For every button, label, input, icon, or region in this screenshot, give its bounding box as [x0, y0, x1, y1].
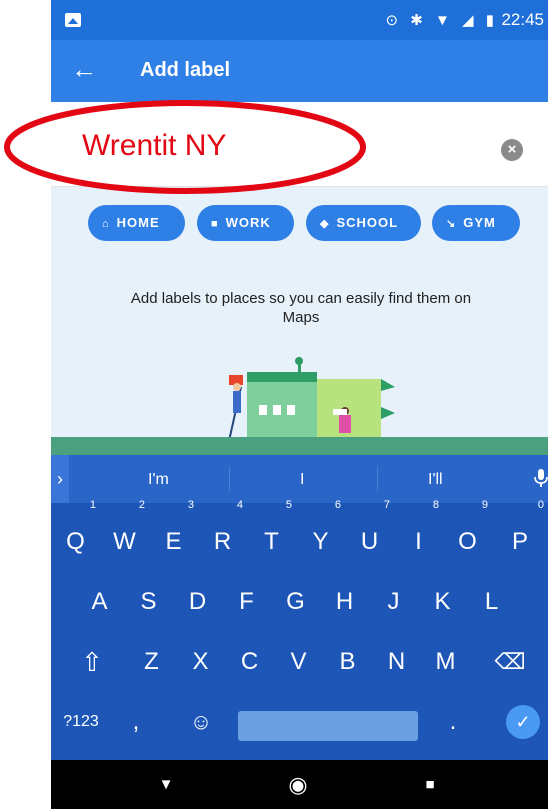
ground-strip [51, 437, 548, 455]
label-input-row: Wrentit NY × [51, 102, 548, 187]
key-o[interactable]: O9 [443, 499, 492, 573]
nav-home-icon[interactable]: ◉ [283, 760, 313, 809]
key-w[interactable]: W2 [100, 499, 149, 573]
key-i[interactable]: I8 [394, 499, 443, 573]
key-x[interactable]: X [176, 631, 225, 693]
key-r[interactable]: R4 [198, 499, 247, 573]
shift-key-icon[interactable]: ⇧ [67, 631, 117, 693]
chip-school-label: SCHOOL [336, 215, 399, 230]
emoji-key-icon[interactable]: ☺ [181, 691, 221, 753]
key-c[interactable]: C [225, 631, 274, 693]
chip-school[interactable]: ◆ SCHOOL [306, 205, 421, 241]
backspace-key-icon[interactable]: ⌫ [485, 631, 535, 693]
key-d[interactable]: D [173, 571, 222, 633]
key-u-label: U [360, 528, 379, 555]
home-icon: ⌂ [102, 218, 110, 230]
illustration-image [228, 357, 395, 442]
system-nav-bar: ▼ ◉ ■ [51, 760, 548, 809]
key-n[interactable]: N [372, 631, 421, 693]
school-icon: ◆ [320, 218, 330, 230]
key-r-hint: 4 [236, 499, 243, 511]
key-w-label: W [113, 528, 136, 555]
keyboard-row-3: ⇧ Z X C V B N M ⌫ [51, 631, 548, 693]
key-a[interactable]: A [75, 571, 124, 633]
key-i-hint: 8 [432, 499, 439, 511]
key-l[interactable]: L [467, 571, 516, 633]
comma-key[interactable]: , [121, 691, 151, 753]
label-input[interactable]: Wrentit NY [82, 129, 226, 163]
keyboard-row-2: A S D F G H J K L [51, 571, 548, 633]
chip-gym-label: GYM [463, 215, 496, 230]
key-o-hint: 9 [481, 499, 488, 511]
key-m[interactable]: M [421, 631, 470, 693]
key-e-hint: 3 [187, 499, 194, 511]
key-t[interactable]: T5 [247, 499, 296, 573]
key-q[interactable]: Q1 [51, 499, 100, 573]
key-r-label: R [213, 528, 232, 555]
key-q-hint: 1 [89, 499, 96, 511]
app-bar: ← Add label [51, 40, 548, 102]
status-icons: ⊙ ✱ ▼ ◢ ▮ [385, 12, 498, 29]
soft-keyboard: › I'm I I'll Q1 W2 E3 R4 T5 Y6 U7 I8 O9 … [51, 455, 548, 760]
checkmark-icon: ✓ [515, 712, 531, 732]
key-f[interactable]: F [222, 571, 271, 633]
key-h[interactable]: H [320, 571, 369, 633]
period-key[interactable]: . [438, 691, 468, 753]
key-u-hint: 7 [383, 499, 390, 511]
briefcase-icon: ■ [211, 218, 219, 230]
key-e[interactable]: E3 [149, 499, 198, 573]
key-e-label: E [165, 528, 182, 555]
suggestion-divider [229, 467, 230, 491]
key-s[interactable]: S [124, 571, 173, 633]
key-o-label: O [458, 528, 477, 555]
space-key[interactable] [238, 711, 418, 741]
key-p-label: P [511, 528, 528, 555]
suggestion-divider [377, 467, 378, 491]
status-bar: ⊙ ✱ ▼ ◢ ▮ 22:45 [51, 0, 548, 40]
key-p[interactable]: P0 [492, 499, 548, 573]
suggestion-1[interactable]: I'm [148, 471, 169, 489]
label-suggestions-panel: ⌂ HOME ■ WORK ◆ SCHOOL ↘ GYM Add labels to p… [51, 187, 548, 455]
key-t-label: T [264, 528, 279, 555]
hint-text: Add labels to places so you can easily f… [130, 290, 472, 326]
gym-icon: ↘ [446, 218, 457, 230]
key-z[interactable]: Z [127, 631, 176, 693]
key-t-hint: 5 [285, 499, 292, 511]
suggestion-3[interactable]: I'll [428, 471, 443, 489]
keyboard-row-4: ?123 , ☺ . ✓ [51, 691, 548, 753]
key-y[interactable]: Y6 [296, 499, 345, 573]
key-y-hint: 6 [334, 499, 341, 511]
key-q-label: Q [66, 528, 85, 555]
suggestion-2[interactable]: I [300, 471, 304, 489]
symbols-key[interactable]: ?123 [51, 691, 111, 753]
key-u[interactable]: U7 [345, 499, 394, 573]
key-j[interactable]: J [369, 571, 418, 633]
back-arrow-icon[interactable]: ← [71, 54, 97, 84]
enter-key[interactable]: ✓ [506, 705, 540, 739]
phone-screen: ⊙ ✱ ▼ ◢ ▮ 22:45 ← Add label Wrentit NY ×… [51, 0, 548, 809]
nav-back-icon[interactable]: ▼ [151, 760, 181, 809]
key-k[interactable]: K [418, 571, 467, 633]
page-title: Add label [140, 59, 231, 81]
clear-icon[interactable]: × [501, 139, 523, 161]
keyboard-row-1: Q1 W2 E3 R4 T5 Y6 U7 I8 O9 P0 [51, 499, 548, 573]
nav-recents-icon[interactable]: ■ [415, 760, 445, 809]
key-w-hint: 2 [138, 499, 145, 511]
chip-home[interactable]: ⌂ HOME [88, 205, 185, 241]
chip-work[interactable]: ■ WORK [197, 205, 294, 241]
expand-suggestions-icon[interactable]: › [51, 455, 69, 503]
chip-home-label: HOME [116, 215, 160, 230]
suggestion-strip: › I'm I I'll [51, 455, 548, 503]
key-i-label: I [415, 528, 422, 555]
status-time: 22:45 [501, 10, 544, 29]
key-p-hint: 0 [537, 499, 544, 511]
gallery-notification-icon [65, 13, 81, 27]
microphone-icon[interactable] [534, 469, 548, 487]
key-v[interactable]: V [274, 631, 323, 693]
key-g[interactable]: G [271, 571, 320, 633]
key-y-label: Y [312, 528, 329, 555]
chip-gym[interactable]: ↘ GYM [432, 205, 520, 241]
chip-work-label: WORK [225, 215, 271, 230]
key-b[interactable]: B [323, 631, 372, 693]
